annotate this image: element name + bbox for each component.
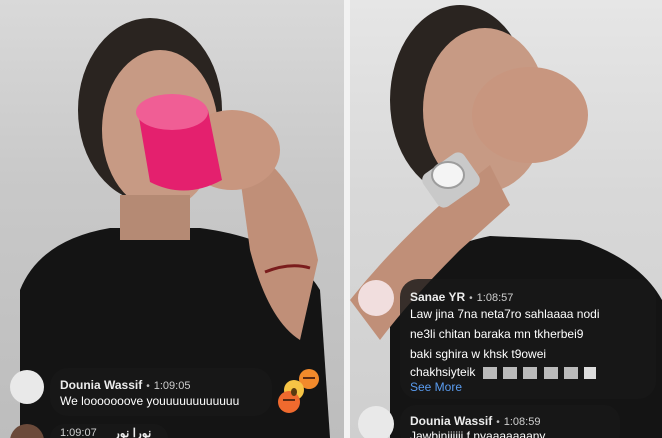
comment-timestamp: 1:09:05 — [153, 380, 191, 392]
emoji-icon — [543, 366, 558, 379]
comment-line: ne3li chitan baraka mn tkherbei9 — [410, 327, 584, 341]
emoji-icon — [523, 366, 538, 379]
comment-line: Law jina 7na neta7ro sahlaaaa nodi — [410, 307, 600, 321]
comment-bubble: Dounia Wassif • 1:09:05 We looooooove youu… — [50, 368, 272, 416]
emoji-icon — [482, 366, 497, 379]
comment-text: We looooooove youuuuuuuuuuuu — [60, 394, 240, 408]
hand — [472, 67, 588, 163]
comment-author[interactable]: Dounia Wassif — [60, 378, 142, 392]
comment-bubble: Sanae YR • 1:08:57 Law jina 7na neta7ro sa… — [400, 279, 656, 399]
comment-author[interactable]: Sanae YR — [410, 290, 465, 304]
separator-dot: • — [469, 293, 473, 304]
watch-face — [431, 161, 465, 189]
avatar[interactable] — [10, 370, 44, 404]
separator-dot: • — [146, 381, 150, 392]
emoji-icon — [564, 366, 579, 379]
angry-emoji — [278, 391, 300, 413]
see-more-link[interactable]: See More — [410, 380, 462, 394]
video-frame-left: Dounia Wassif • 1:09:05 We looooooove youu… — [0, 0, 344, 438]
comment-timestamp: 1:08:57 — [476, 292, 514, 304]
emoji-icon — [584, 366, 597, 379]
comment-last-word: chakhsiyteik — [410, 365, 476, 379]
comment-bubble: 1:09:07 نورا نور — [50, 424, 168, 438]
avatar[interactable] — [358, 280, 394, 316]
comment-text: Jawbinjiiiii f nyaaaaaaany — [410, 429, 546, 438]
cup-rim — [136, 94, 208, 130]
comment-author[interactable]: Dounia Wassif — [410, 414, 492, 428]
avatar[interactable] — [358, 406, 394, 438]
comment-timestamp: 1:09:07 — [60, 427, 97, 438]
reactions-cluster — [278, 369, 319, 413]
neck — [120, 195, 190, 240]
emoji-icon — [503, 366, 518, 379]
comment-line-with-emojis: chakhsiyteik — [410, 363, 597, 381]
comment-bubble: Dounia Wassif • 1:08:59 Jawbinjiiiii f nya… — [400, 405, 620, 438]
comment-author[interactable]: نورا نور — [114, 426, 151, 438]
video-frame-right: Sanae YR • 1:08:57 Law jina 7na neta7ro sa… — [350, 0, 662, 438]
comment-line: baki sghira w khsk t9owei — [410, 347, 547, 361]
